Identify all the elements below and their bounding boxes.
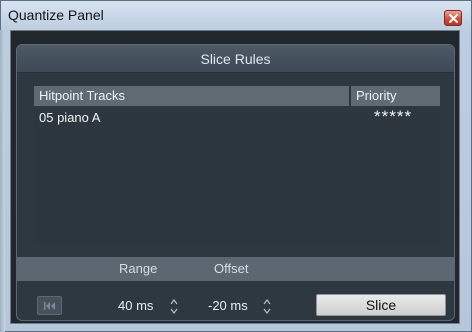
table-row[interactable]: 05 piano A ***** [34,107,440,128]
panel-title: Slice Rules [200,51,271,67]
offset-value[interactable]: -20 ms [208,296,248,316]
skip-back-button[interactable] [37,296,62,315]
slice-rules-panel: Slice Rules Hitpoint Tracks Priority 05 … [16,44,455,321]
parameter-labels-bar: Range Offset [17,257,454,281]
hitpoint-tracks-list: Hitpoint Tracks Priority 05 piano A ****… [34,86,440,245]
range-value[interactable]: 40 ms [118,296,153,316]
column-header-priority[interactable]: Priority [351,86,440,106]
up-down-stepper-icon [263,299,271,314]
window-edge [0,30,5,332]
panel-header: Slice Rules [17,45,454,73]
close-icon [449,14,458,23]
title-bar[interactable]: Quantize Panel [1,1,471,31]
range-stepper[interactable] [170,296,178,316]
close-button[interactable] [444,10,462,26]
track-name: 05 piano A [39,110,101,125]
column-header-hitpoint-tracks[interactable]: Hitpoint Tracks [34,86,349,106]
up-down-stepper-icon [170,299,178,314]
range-label: Range [119,261,158,276]
skip-back-icon [44,302,55,310]
slice-button[interactable]: Slice [316,294,446,316]
window-title: Quantize Panel [8,7,104,23]
priority-stars[interactable]: ***** [374,107,412,127]
offset-label: Offset [214,261,249,276]
offset-stepper[interactable] [263,296,271,316]
